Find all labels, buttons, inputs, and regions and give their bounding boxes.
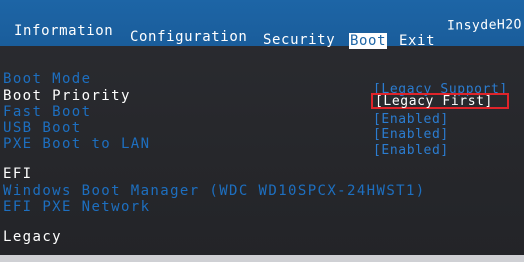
- setting-label-usb-boot: USB Boot: [3, 120, 82, 136]
- tab-configuration[interactable]: Configuration: [130, 29, 247, 45]
- tab-information[interactable]: Information: [14, 23, 113, 39]
- menu-bar: InsydeH2O Information Configuration Secu…: [0, 0, 524, 49]
- legacy-heading: Legacy: [3, 229, 62, 245]
- setting-label-pxe-boot: PXE Boot to LAN: [3, 136, 151, 152]
- setting-label-boot-priority: Boot Priority: [3, 88, 131, 104]
- screen-bezel-edge: [0, 255, 524, 262]
- vendor-name: InsydeH2O: [446, 17, 523, 34]
- setting-label-boot-mode: Boot Mode: [3, 71, 92, 87]
- boot-entry-windows-boot-manager[interactable]: Windows Boot Manager (WDC WD10SPCX-24HWS…: [3, 183, 426, 199]
- setting-value-boot-priority[interactable]: [Legacy First]: [375, 94, 493, 109]
- bios-screen: InsydeH2O Information Configuration Secu…: [0, 0, 524, 262]
- setting-value-pxe-boot[interactable]: [Enabled]: [373, 143, 449, 158]
- boot-entry-efi-pxe-network[interactable]: EFI PXE Network: [3, 199, 150, 215]
- setting-value-usb-boot[interactable]: [Enabled]: [373, 127, 449, 142]
- efi-heading: EFI: [3, 166, 33, 182]
- boot-settings-panel: Boot Mode [Legacy Support] Boot Priority…: [0, 46, 524, 262]
- setting-label-fast-boot: Fast Boot: [3, 104, 92, 120]
- setting-value-fast-boot[interactable]: [Enabled]: [373, 112, 449, 127]
